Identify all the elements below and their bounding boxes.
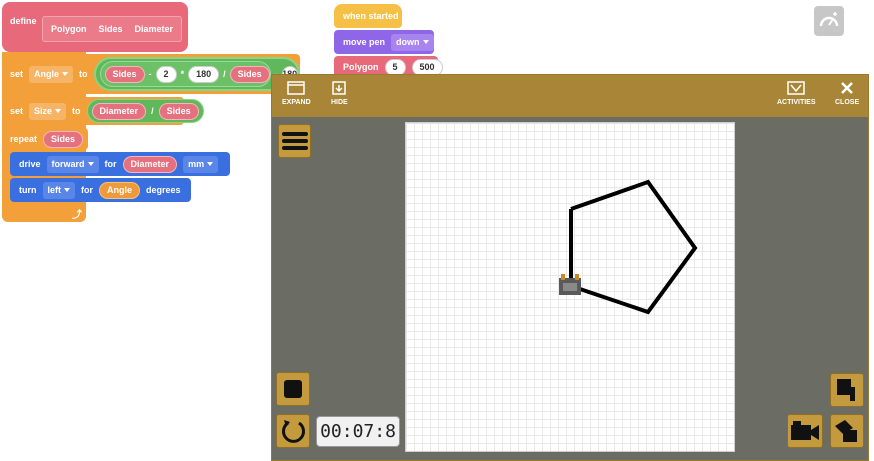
expand-label: EXPAND — [282, 99, 311, 106]
close-label: CLOSE — [835, 99, 860, 106]
repeat-block[interactable]: repeat Sides — [2, 128, 88, 150]
diameter-reporter[interactable]: Diameter — [91, 102, 147, 120]
hide-button[interactable]: HIDE — [331, 81, 348, 106]
when-started-label: when started — [343, 11, 399, 21]
menu-button[interactable] — [278, 124, 311, 158]
playground-canvas[interactable] — [405, 122, 735, 452]
set-keyword: set — [10, 69, 24, 79]
polygon-call-label: Polygon — [343, 62, 379, 72]
move-pen-label: move pen — [343, 37, 386, 47]
stop-button[interactable] — [276, 372, 310, 406]
loop-arrow-icon: ⤴ — [72, 210, 82, 221]
turn-direction-label: left — [47, 185, 62, 195]
size-formula[interactable]: Diameter / Sides — [86, 99, 204, 123]
sides-reporter[interactable]: Sides — [104, 65, 145, 83]
turn-direction-dropdown[interactable]: left — [42, 181, 75, 199]
hide-icon — [332, 81, 347, 95]
sensor-view-button[interactable] — [830, 373, 864, 407]
to-keyword: to — [79, 69, 88, 79]
dashboard-button[interactable] — [814, 6, 844, 36]
size-variable-label: Size — [34, 106, 53, 116]
define-keyword: define — [10, 16, 37, 26]
pen-position-label: down — [396, 37, 420, 47]
divide-operator: / — [223, 69, 226, 79]
divide-operator: / — [151, 106, 154, 116]
pen-position-dropdown[interactable]: down — [391, 33, 434, 51]
repeat-times-reporter[interactable]: Sides — [43, 130, 84, 148]
when-started-block[interactable]: when started — [334, 4, 402, 28]
deg-input[interactable]: 180 — [188, 65, 220, 83]
angle-formula[interactable]: Sides - 2 * 180 / Sides - 180 — [93, 57, 300, 91]
set-size-block[interactable]: set Size to Diameter / Sides — [2, 97, 204, 125]
simulator-toolbar: EXPAND HIDE ACTIVITIES CLOSE — [272, 75, 868, 117]
sensor-icon — [837, 379, 855, 401]
activities-button[interactable]: ACTIVITIES — [777, 81, 816, 106]
camera-angle-button[interactable] — [830, 414, 864, 448]
angle-variable-label: Angle — [34, 69, 60, 79]
sides-reporter-2[interactable]: Sides — [229, 65, 270, 83]
drive-direction-label: forward — [51, 159, 85, 169]
angle-variable-dropdown[interactable]: Angle — [29, 65, 74, 83]
activities-label: ACTIVITIES — [777, 99, 816, 106]
for-keyword: for — [81, 185, 93, 195]
turn-amount-reporter[interactable]: Angle — [99, 181, 141, 199]
two-input[interactable]: 2 — [155, 65, 177, 83]
turn-unit-label: degrees — [146, 185, 181, 195]
define-block[interactable]: define Polygon Sides Diameter — [2, 2, 188, 52]
camera-angle-icon — [835, 420, 857, 442]
times-operator: * — [180, 69, 185, 79]
set-angle-block[interactable]: set Angle to Sides - 2 * 180 / Sides - 1… — [2, 54, 300, 94]
move-pen-block[interactable]: move pen down — [334, 30, 434, 54]
close-icon — [841, 82, 853, 94]
turn-keyword: turn — [19, 185, 37, 195]
define-name: Polygon — [51, 24, 87, 34]
stop-icon — [284, 380, 302, 398]
minus-operator: - — [148, 69, 152, 79]
define-signature[interactable]: Polygon Sides Diameter — [42, 16, 182, 42]
expand-icon — [287, 81, 306, 95]
to-keyword: to — [72, 106, 81, 116]
set-keyword: set — [10, 106, 24, 116]
run-timer: 00:07:8 — [316, 416, 400, 447]
hide-label: HIDE — [331, 99, 348, 106]
repeat-keyword: repeat — [10, 134, 38, 144]
drive-keyword: drive — [19, 159, 41, 169]
for-keyword: for — [104, 159, 117, 169]
angle-inner-formula[interactable]: Sides - 2 * 180 / Sides — [99, 61, 271, 87]
expand-button[interactable]: EXPAND — [282, 81, 311, 106]
turn-block[interactable]: turn left for Angle degrees — [10, 178, 200, 202]
turn-run-icon[interactable] — [192, 184, 200, 196]
drive-unit-dropdown[interactable]: mm — [183, 155, 219, 173]
close-button[interactable]: CLOSE — [835, 81, 859, 106]
video-camera-icon — [791, 421, 819, 440]
drive-direction-dropdown[interactable]: forward — [46, 155, 99, 173]
define-param-sides[interactable]: Sides — [99, 24, 123, 34]
define-param-diameter[interactable]: Diameter — [135, 24, 174, 34]
drive-block[interactable]: drive forward for Diameter mm — [10, 152, 238, 176]
size-variable-dropdown[interactable]: Size — [29, 102, 67, 120]
reset-button[interactable] — [276, 414, 310, 448]
reset-icon — [282, 420, 305, 443]
pen-trail — [559, 179, 698, 315]
gauge-icon — [819, 12, 839, 27]
drive-amount-reporter[interactable]: Diameter — [122, 155, 178, 173]
polygon-arg-sides[interactable]: 5 — [384, 58, 406, 76]
activities-icon — [787, 81, 805, 95]
drive-run-icon[interactable] — [230, 158, 238, 170]
simulator-window: EXPAND HIDE ACTIVITIES CLOSE 00:07:8 — [271, 74, 869, 461]
hamburger-icon — [281, 132, 308, 150]
sides-reporter[interactable]: Sides — [158, 102, 199, 120]
camera-follow-button[interactable] — [787, 414, 823, 448]
drive-unit-label: mm — [188, 159, 205, 169]
polygon-arg-diameter[interactable]: 500 — [411, 58, 443, 76]
pentagon-path — [569, 179, 698, 315]
